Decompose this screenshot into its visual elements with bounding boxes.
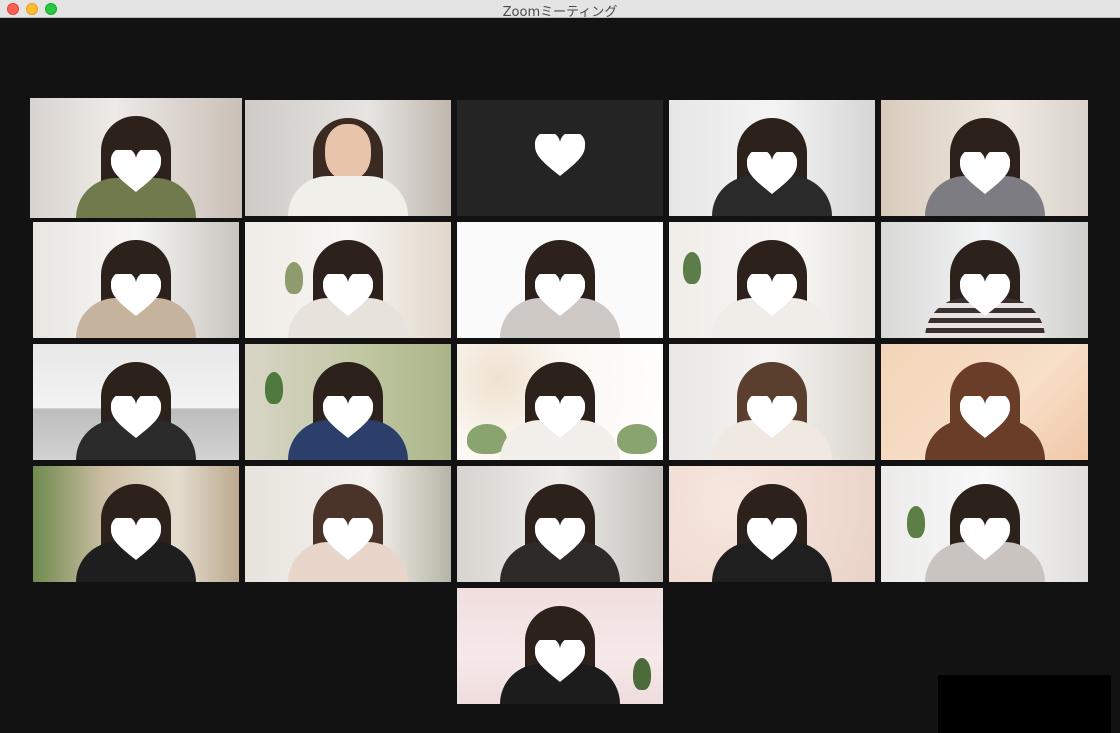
participant-video-tile[interactable] (881, 222, 1088, 338)
heart-icon (111, 274, 161, 318)
heart-icon (323, 396, 373, 440)
participant-video-tile[interactable] (457, 466, 663, 582)
participant-video-tile[interactable] (457, 344, 663, 460)
plant-decoration (285, 262, 303, 294)
participant-video-tile[interactable] (245, 344, 451, 460)
heart-icon (535, 518, 585, 562)
participant-video-tile[interactable] (33, 344, 239, 460)
heart-icon (747, 518, 797, 562)
heart-icon (747, 152, 797, 196)
participant-video-tile[interactable] (457, 588, 663, 704)
plant-decoration (265, 372, 283, 404)
heart-icon (111, 150, 161, 194)
plant-decoration (683, 252, 701, 284)
participant-video-tile[interactable] (881, 466, 1088, 582)
participant-video-tile[interactable] (33, 222, 239, 338)
participant-video-off-tile[interactable] (457, 100, 663, 216)
heart-icon (535, 396, 585, 440)
participant-video-tile[interactable] (245, 466, 451, 582)
window-title: Zoomミーティング (502, 5, 618, 20)
black-cover-box (938, 675, 1111, 733)
plant-decoration (633, 658, 651, 690)
heart-icon (111, 518, 161, 562)
heart-icon (111, 396, 161, 440)
plant-decoration (907, 506, 925, 538)
heart-icon (535, 134, 585, 178)
gallery-view (0, 19, 1120, 733)
heart-icon (747, 396, 797, 440)
participant-video-tile[interactable] (881, 344, 1088, 460)
participant-video-tile[interactable] (669, 100, 875, 216)
heart-icon (535, 640, 585, 684)
participant-video-tile[interactable] (669, 466, 875, 582)
participant-video-tile[interactable] (245, 222, 451, 338)
participant-video-tile[interactable] (669, 344, 875, 460)
participant-video-tile[interactable] (30, 98, 242, 218)
participant-body (288, 176, 408, 216)
participant-video-tile[interactable] (33, 466, 239, 582)
heart-icon (959, 518, 1010, 562)
heart-icon (959, 274, 1010, 318)
heart-icon (959, 152, 1010, 196)
heart-icon (535, 274, 585, 318)
heart-icon (959, 396, 1010, 440)
heart-icon (747, 274, 797, 318)
participant-video-tile[interactable] (669, 222, 875, 338)
participant-video-tile[interactable] (457, 222, 663, 338)
plant-decoration (617, 424, 657, 454)
participant-video-tile[interactable] (245, 100, 451, 216)
heart-icon (323, 274, 373, 318)
participant-video-tile[interactable] (881, 100, 1088, 216)
window-titlebar: Zoomミーティング (0, 0, 1120, 20)
participant-face (325, 124, 371, 180)
heart-icon (323, 518, 373, 562)
